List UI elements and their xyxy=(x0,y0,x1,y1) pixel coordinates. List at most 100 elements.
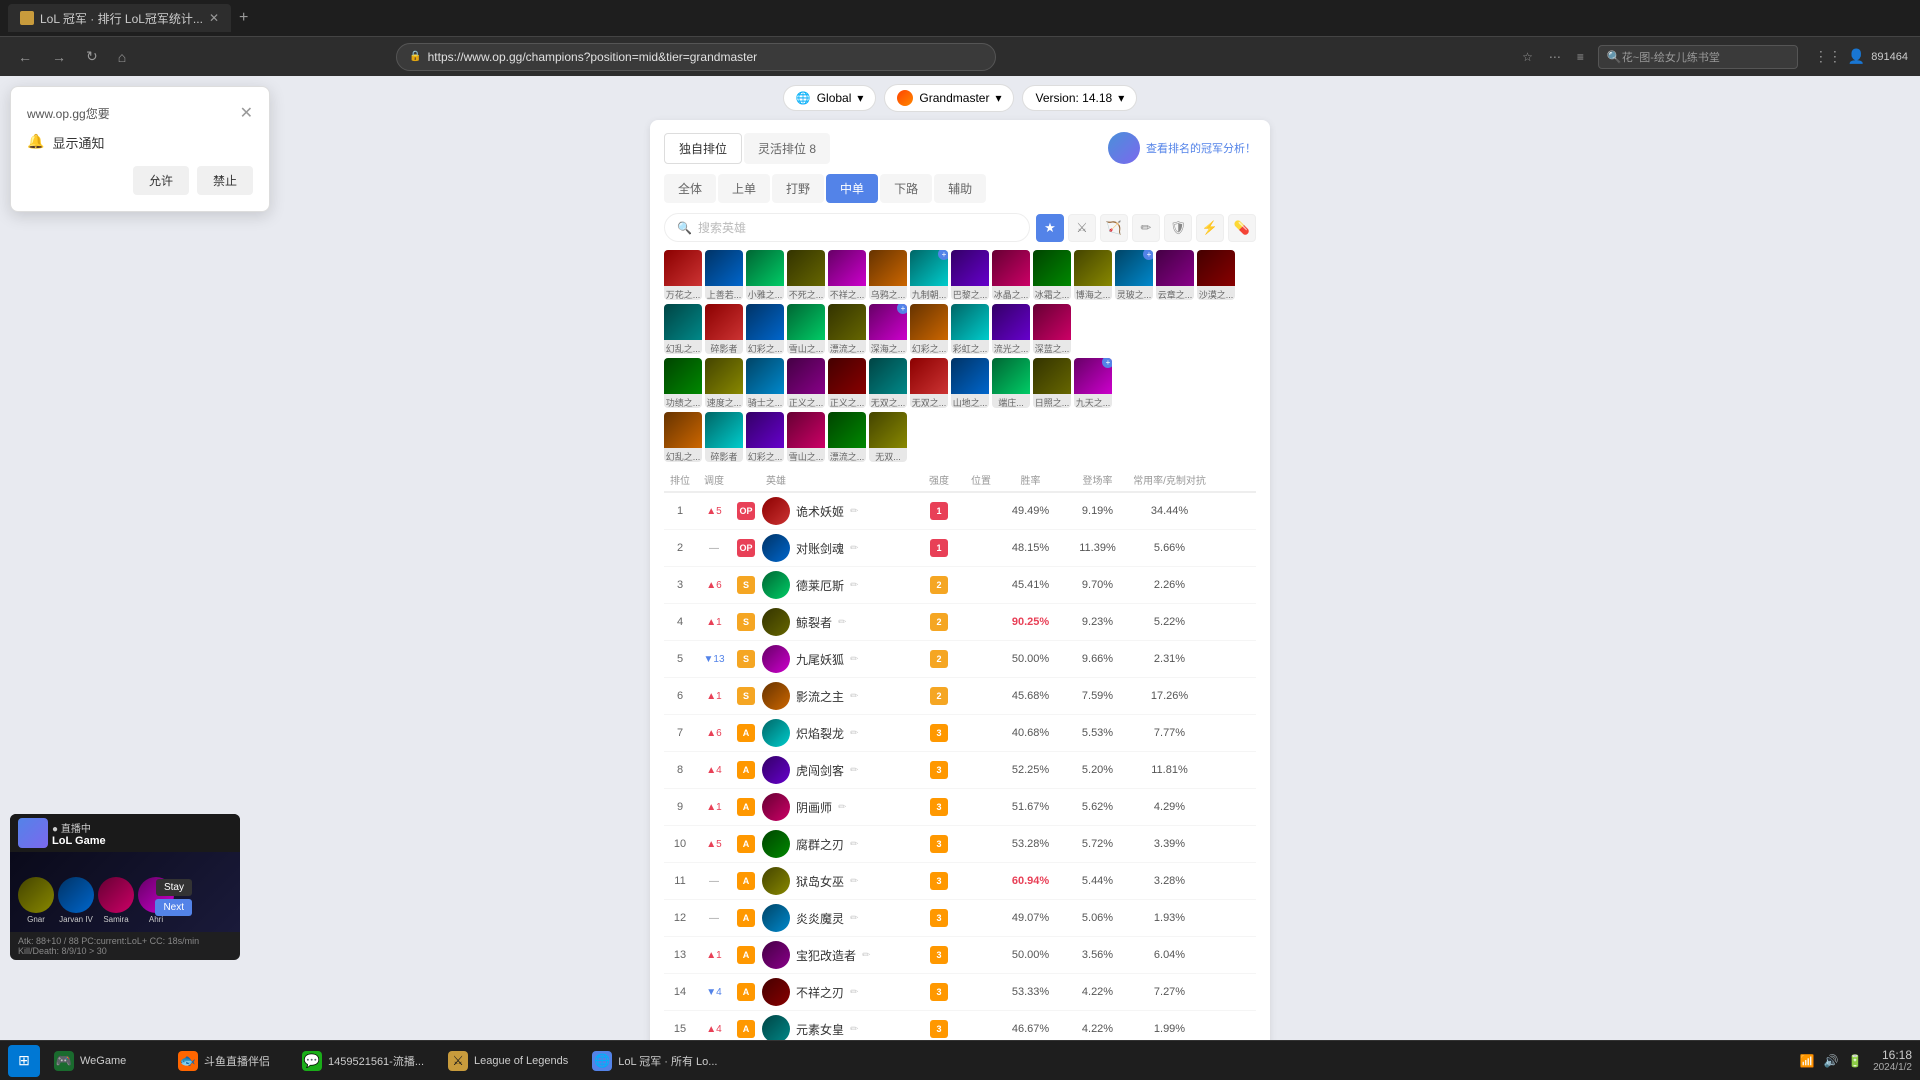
filter-all[interactable]: ★ xyxy=(1036,214,1064,242)
quick-champ-26[interactable]: 速度之... xyxy=(705,358,743,408)
table-row[interactable]: 2 — OP 对账剑魂✏ 1 48.15% 11.39% 5.66% xyxy=(664,530,1256,567)
quick-champ-12[interactable]: +灵玻之... xyxy=(1115,250,1153,300)
quick-champ-13[interactable]: 云章之... xyxy=(1156,250,1194,300)
profile-section[interactable]: 查看排名的冠军分析！ xyxy=(1108,132,1256,164)
champ-info-12[interactable]: 炎炎魔灵✏ xyxy=(762,904,912,932)
edit-10[interactable]: ✏ xyxy=(850,839,858,850)
edit-15[interactable]: ✏ xyxy=(850,1024,858,1035)
edit-2[interactable]: ✏ xyxy=(850,543,858,554)
profile-icon[interactable]: 👤 xyxy=(1848,48,1865,65)
region-select[interactable]: 🌐 Global ▾ xyxy=(783,85,877,111)
quick-champ-5[interactable]: 不祥之... xyxy=(828,250,866,300)
quick-champ-21[interactable]: 幻彩之... xyxy=(910,304,948,354)
home-btn[interactable]: ⌂ xyxy=(112,45,132,69)
next-btn[interactable]: Next xyxy=(155,899,192,916)
edit-11[interactable]: ✏ xyxy=(850,876,858,887)
back-btn[interactable]: ← xyxy=(12,45,38,69)
champ-info-14[interactable]: 不祥之刃✏ xyxy=(762,978,912,1006)
champion-search[interactable]: 🔍 搜索英雄 xyxy=(664,213,1030,242)
quick-champ-30[interactable]: 无双之... xyxy=(869,358,907,408)
apps-icon[interactable]: ⋮⋮ xyxy=(1814,48,1842,65)
quick-champ-16[interactable]: 碎影者 xyxy=(705,304,743,354)
table-row[interactable]: 12 — A 炎炎魔灵✏ 3 49.07% 5.06% 1.93% xyxy=(664,900,1256,937)
taskbar-chat[interactable]: 💬 1459521561-流播... xyxy=(292,1045,434,1077)
table-row[interactable]: 4 ▲1 S 鲸裂者✏ 2 90.25% 9.23% 5.22% xyxy=(664,604,1256,641)
filter-mage[interactable]: ✏ xyxy=(1132,214,1160,242)
champ-info-9[interactable]: 阴画师✏ xyxy=(762,793,912,821)
new-tab-btn[interactable]: + xyxy=(231,9,256,27)
tab-close-btn[interactable]: ✕ xyxy=(209,11,219,25)
edit-1[interactable]: ✏ xyxy=(850,506,858,517)
quick-champ-40[interactable]: 漂流之... xyxy=(828,412,866,462)
champ-info-6[interactable]: 影流之主✏ xyxy=(762,682,912,710)
champ-info-10[interactable]: 腐群之刃✏ xyxy=(762,830,912,858)
quick-champ-2[interactable]: 上善若... xyxy=(705,250,743,300)
quick-champ-1[interactable]: 万花之... xyxy=(664,250,702,300)
filter-tank[interactable]: 🛡 xyxy=(1164,214,1192,242)
table-row[interactable]: 15 ▲4 A 元素女皇✏ 3 46.67% 4.22% 1.99% xyxy=(664,1011,1256,1040)
forward-btn[interactable]: → xyxy=(46,45,72,69)
edit-7[interactable]: ✏ xyxy=(850,728,858,739)
popup-close-btn[interactable]: ✕ xyxy=(240,103,253,123)
start-btn[interactable]: ⊞ xyxy=(8,1045,40,1077)
rank-select[interactable]: Grandmaster ▾ xyxy=(884,84,1014,112)
allow-btn[interactable]: 允许 xyxy=(133,166,189,195)
table-row[interactable]: 1 ▲5 OP 诡术妖姬✏ 1 49.49% 9.19% 34.44% xyxy=(664,493,1256,530)
quick-champ-28[interactable]: 正义之... xyxy=(787,358,825,408)
edit-12[interactable]: ✏ xyxy=(850,913,858,924)
quick-champ-25[interactable]: 功绩之... xyxy=(664,358,702,408)
champ-info-2[interactable]: 对账剑魂✏ xyxy=(762,534,912,562)
quick-champ-17[interactable]: 幻彩之... xyxy=(746,304,784,354)
quick-champ-23[interactable]: 流光之... xyxy=(992,304,1030,354)
champ-info-15[interactable]: 元素女皇✏ xyxy=(762,1015,912,1040)
quick-champ-31[interactable]: 无双之... xyxy=(910,358,948,408)
champ-info-5[interactable]: 九尾妖狐✏ xyxy=(762,645,912,673)
quick-champ-18[interactable]: 雪山之... xyxy=(787,304,825,354)
taskbar-opgg[interactable]: 🌐 LoL 冠军 · 所有 Lo... xyxy=(582,1045,727,1077)
quick-champ-36[interactable]: 幻乱之... xyxy=(664,412,702,462)
edit-13[interactable]: ✏ xyxy=(862,950,870,961)
champ-info-11[interactable]: 狱岛女巫✏ xyxy=(762,867,912,895)
tab-all[interactable]: 全体 xyxy=(664,174,716,203)
edit-6[interactable]: ✏ xyxy=(850,691,858,702)
table-row[interactable]: 5 ▼13 S 九尾妖狐✏ 2 50.00% 9.66% 2.31% xyxy=(664,641,1256,678)
quick-champ-6[interactable]: 乌鸦之... xyxy=(869,250,907,300)
edit-8[interactable]: ✏ xyxy=(850,765,858,776)
filter-marksman[interactable]: 🏹 xyxy=(1100,214,1128,242)
quick-champ-20[interactable]: +深海之... xyxy=(869,304,907,354)
refresh-btn[interactable]: ↻ xyxy=(80,44,104,69)
table-row[interactable]: 6 ▲1 S 影流之主✏ 2 45.68% 7.59% 17.26% xyxy=(664,678,1256,715)
quick-champ-35[interactable]: +九天之... xyxy=(1074,358,1112,408)
champ-info-1[interactable]: 诡术妖姬✏ xyxy=(762,497,912,525)
quick-champ-27[interactable]: 骑士之... xyxy=(746,358,784,408)
extensions-btn[interactable]: ⋯ xyxy=(1543,46,1567,68)
deny-btn[interactable]: 禁止 xyxy=(197,166,253,195)
stay-btn[interactable]: Stay xyxy=(156,879,192,896)
edit-9[interactable]: ✏ xyxy=(838,802,846,813)
filter-assassin[interactable]: ⚔ xyxy=(1068,214,1096,242)
edit-14[interactable]: ✏ xyxy=(850,987,858,998)
bookmark-star[interactable]: ☆ xyxy=(1516,46,1539,68)
quick-champ-4[interactable]: 不死之... xyxy=(787,250,825,300)
champ-info-7[interactable]: 炽焰裂龙✏ xyxy=(762,719,912,747)
quick-champ-38[interactable]: 幻彩之... xyxy=(746,412,784,462)
quick-champ-29[interactable]: 正义之... xyxy=(828,358,866,408)
quick-champ-34[interactable]: 日照之... xyxy=(1033,358,1071,408)
quick-champ-11[interactable]: 博海之... xyxy=(1074,250,1112,300)
table-row[interactable]: 11 — A 狱岛女巫✏ 3 60.94% 5.44% 3.28% xyxy=(664,863,1256,900)
quick-champ-37[interactable]: 碎影者 xyxy=(705,412,743,462)
browser-search-bar[interactable]: 🔍 花~图-绘女儿练书堂 xyxy=(1598,45,1798,69)
quick-champ-9[interactable]: 冰晶之... xyxy=(992,250,1030,300)
filter-support[interactable]: 💊 xyxy=(1228,214,1256,242)
edit-5[interactable]: ✏ xyxy=(850,654,858,665)
settings-btn[interactable]: ≡ xyxy=(1571,46,1590,68)
tab-mid[interactable]: 中单 xyxy=(826,174,878,203)
edit-4[interactable]: ✏ xyxy=(838,617,846,628)
flex-rank-tab[interactable]: 灵活排位 8 xyxy=(744,133,830,164)
quick-champ-24[interactable]: 深蓝之... xyxy=(1033,304,1071,354)
quick-champ-39[interactable]: 雪山之... xyxy=(787,412,825,462)
version-select[interactable]: Version: 14.18 ▾ xyxy=(1022,85,1137,111)
solo-rank-tab[interactable]: 独自排位 xyxy=(664,133,742,164)
quick-champ-8[interactable]: 巴黎之... xyxy=(951,250,989,300)
table-row[interactable]: 13 ▲1 A 宝犯改造者✏ 3 50.00% 3.56% 6.04% xyxy=(664,937,1256,974)
